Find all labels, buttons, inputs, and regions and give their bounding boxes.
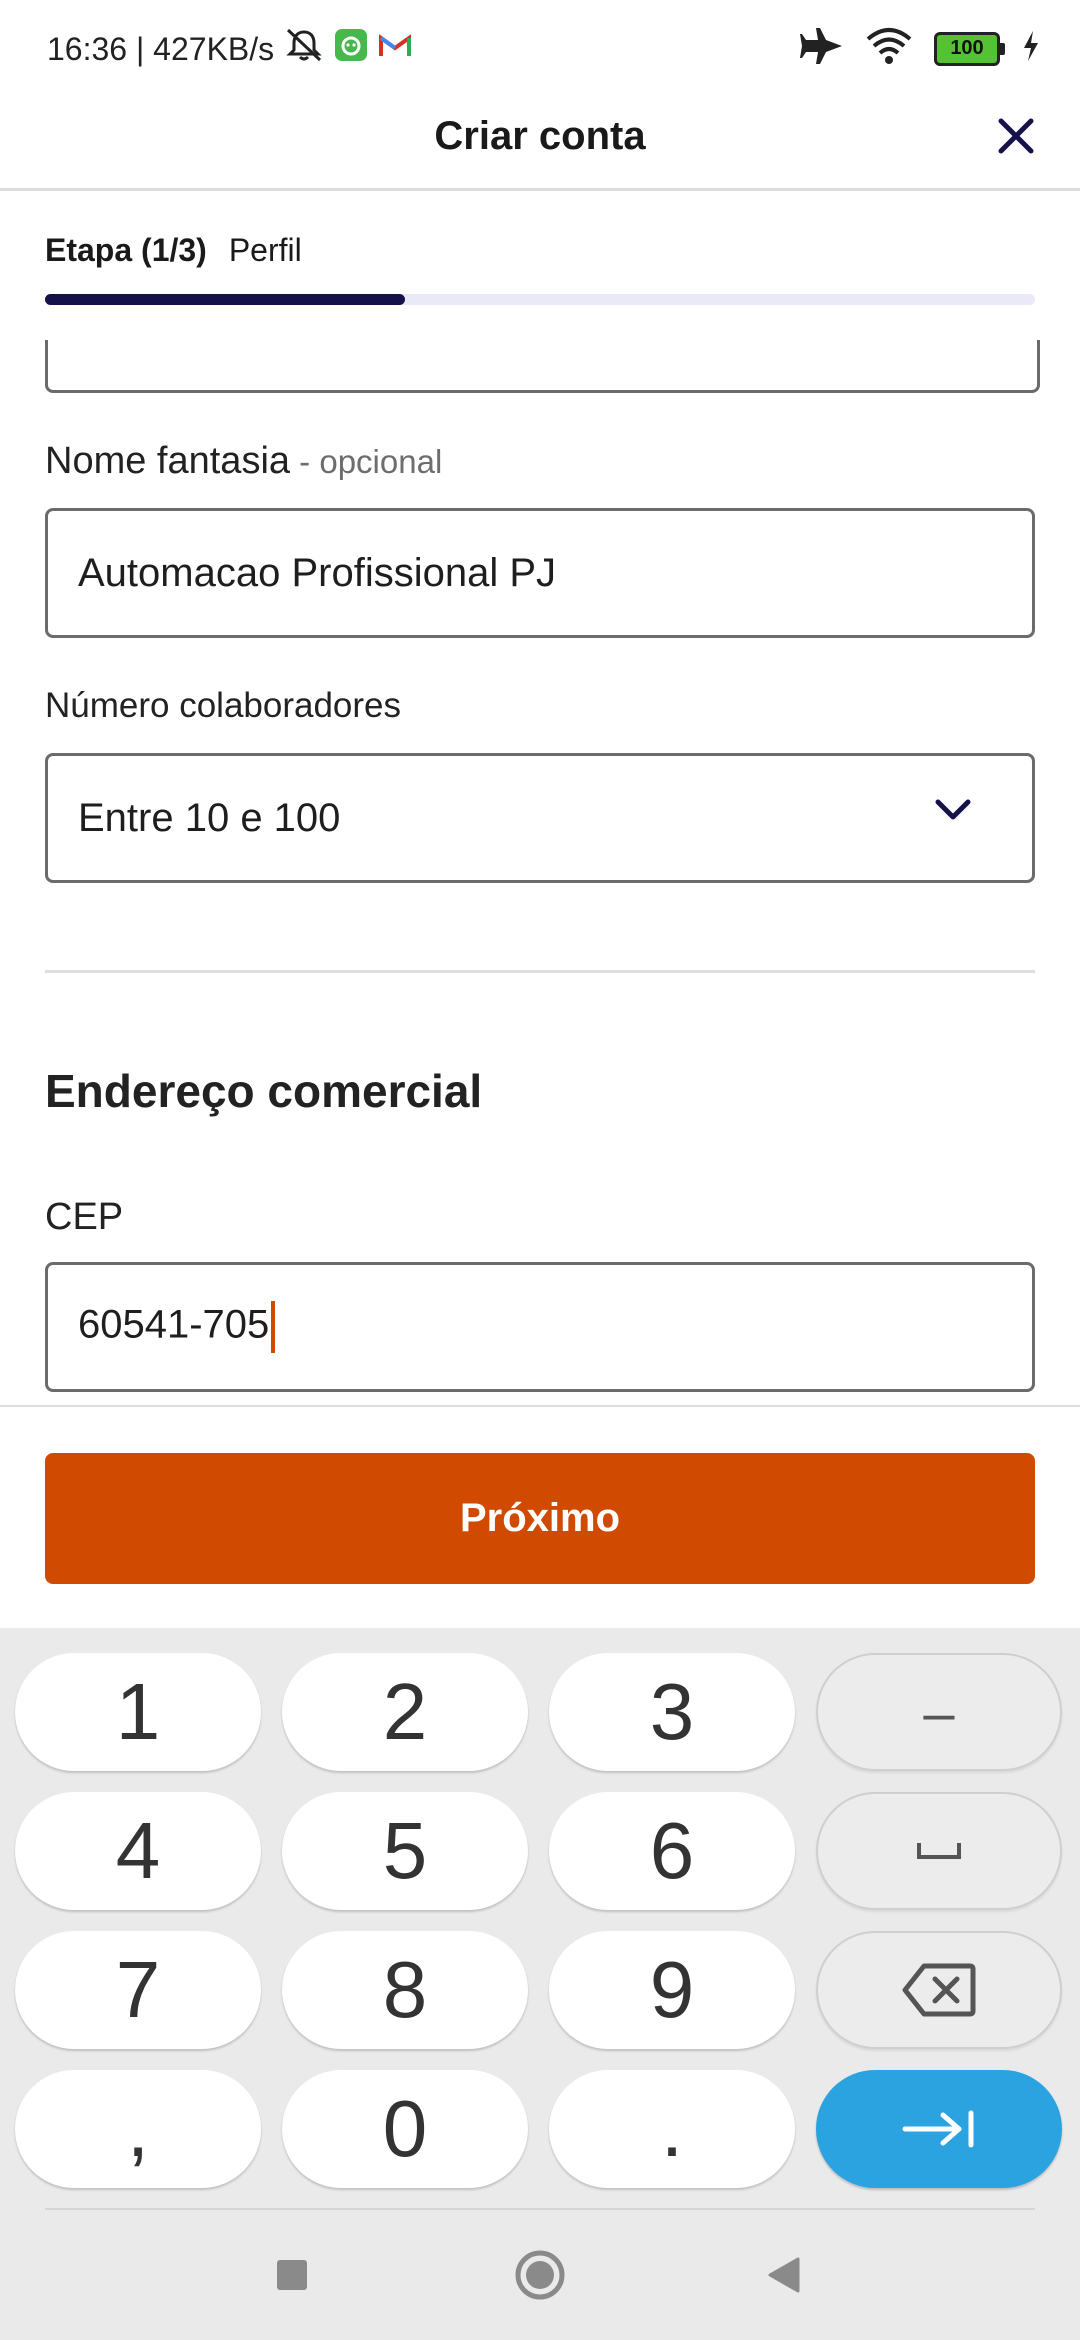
key-next[interactable]: [816, 2070, 1062, 2188]
key-comma[interactable]: ,: [15, 2070, 261, 2188]
trade-name-input[interactable]: Automacao Profissional PJ: [45, 508, 1035, 638]
cep-value-text: 60541-705: [78, 1302, 270, 1347]
text-cursor: [271, 1301, 276, 1353]
key-period[interactable]: .: [549, 2070, 795, 2188]
key-2[interactable]: 2: [282, 1653, 528, 1771]
space-icon: [917, 1843, 961, 1859]
tab-next-icon: [902, 2110, 974, 2148]
home-icon: [515, 2250, 565, 2300]
key-9[interactable]: 9: [549, 1931, 795, 2049]
trade-name-value: Automacao Profissional PJ: [78, 550, 557, 595]
trade-name-label-text: Nome fantasia: [45, 440, 291, 482]
close-button[interactable]: [988, 108, 1044, 164]
key-space[interactable]: [816, 1792, 1062, 1910]
wifi-icon: [866, 27, 912, 70]
back-button[interactable]: [724, 2210, 844, 2340]
next-button[interactable]: Próximo: [45, 1453, 1035, 1584]
footer-divider: [0, 1405, 1080, 1407]
cep-label: CEP: [45, 1196, 124, 1238]
key-3[interactable]: 3: [549, 1653, 795, 1771]
cep-input[interactable]: 60541-705: [45, 1262, 1035, 1392]
previous-field-partial[interactable]: [45, 340, 1040, 393]
step-progress-fill: [45, 294, 406, 305]
key-7[interactable]: 7: [15, 1931, 261, 2049]
status-bar: 16:36 | 427KB/s 100: [0, 0, 1080, 96]
back-icon: [768, 2257, 800, 2293]
key-6[interactable]: 6: [549, 1792, 795, 1910]
status-left: 16:36 | 427KB/s: [47, 28, 412, 70]
step-indicator: Etapa (1/3) Perfil: [45, 232, 302, 269]
key-backspace[interactable]: [816, 1931, 1062, 2049]
airplane-mode-icon: [800, 26, 844, 71]
section-title: Endereço comercial: [45, 1065, 483, 1117]
chevron-down-icon: [935, 799, 971, 820]
step-name: Perfil: [228, 232, 302, 268]
step-count: Etapa (1/3): [45, 232, 207, 268]
battery-icon: 100: [934, 31, 1005, 66]
key-dash[interactable]: –: [816, 1653, 1062, 1771]
key-5[interactable]: 5: [282, 1792, 528, 1910]
section-divider: [45, 970, 1035, 973]
charging-icon: [1022, 31, 1040, 66]
key-1[interactable]: 1: [15, 1653, 261, 1771]
status-time: 16:36 | 427KB/s: [47, 30, 275, 67]
recents-icon: [277, 2260, 307, 2290]
mute-icon: [284, 28, 324, 70]
backspace-icon: [902, 1963, 976, 2017]
navigation-bar: [0, 2210, 1080, 2340]
cep-value: 60541-705: [78, 1301, 276, 1353]
key-8[interactable]: 8: [282, 1931, 528, 2049]
optional-hint: - opcional: [290, 443, 443, 480]
status-right: 100: [800, 26, 1040, 71]
home-button[interactable]: [480, 2210, 600, 2340]
gmail-icon: [378, 31, 412, 68]
app-bar: Criar conta: [0, 96, 1080, 191]
employees-value: Entre 10 e 100: [78, 795, 341, 840]
step-progress-bar: [45, 294, 1035, 305]
key-4[interactable]: 4: [15, 1792, 261, 1910]
recents-button[interactable]: [232, 2210, 352, 2340]
employees-select[interactable]: Entre 10 e 100: [45, 753, 1035, 883]
key-0[interactable]: 0: [282, 2070, 528, 2188]
page-title: Criar conta: [434, 114, 646, 158]
close-icon: [998, 118, 1034, 154]
app-notification-icon: [334, 28, 368, 70]
employees-label: Número colaboradores: [45, 686, 402, 725]
trade-name-label: Nome fantasia - opcional: [45, 440, 442, 483]
